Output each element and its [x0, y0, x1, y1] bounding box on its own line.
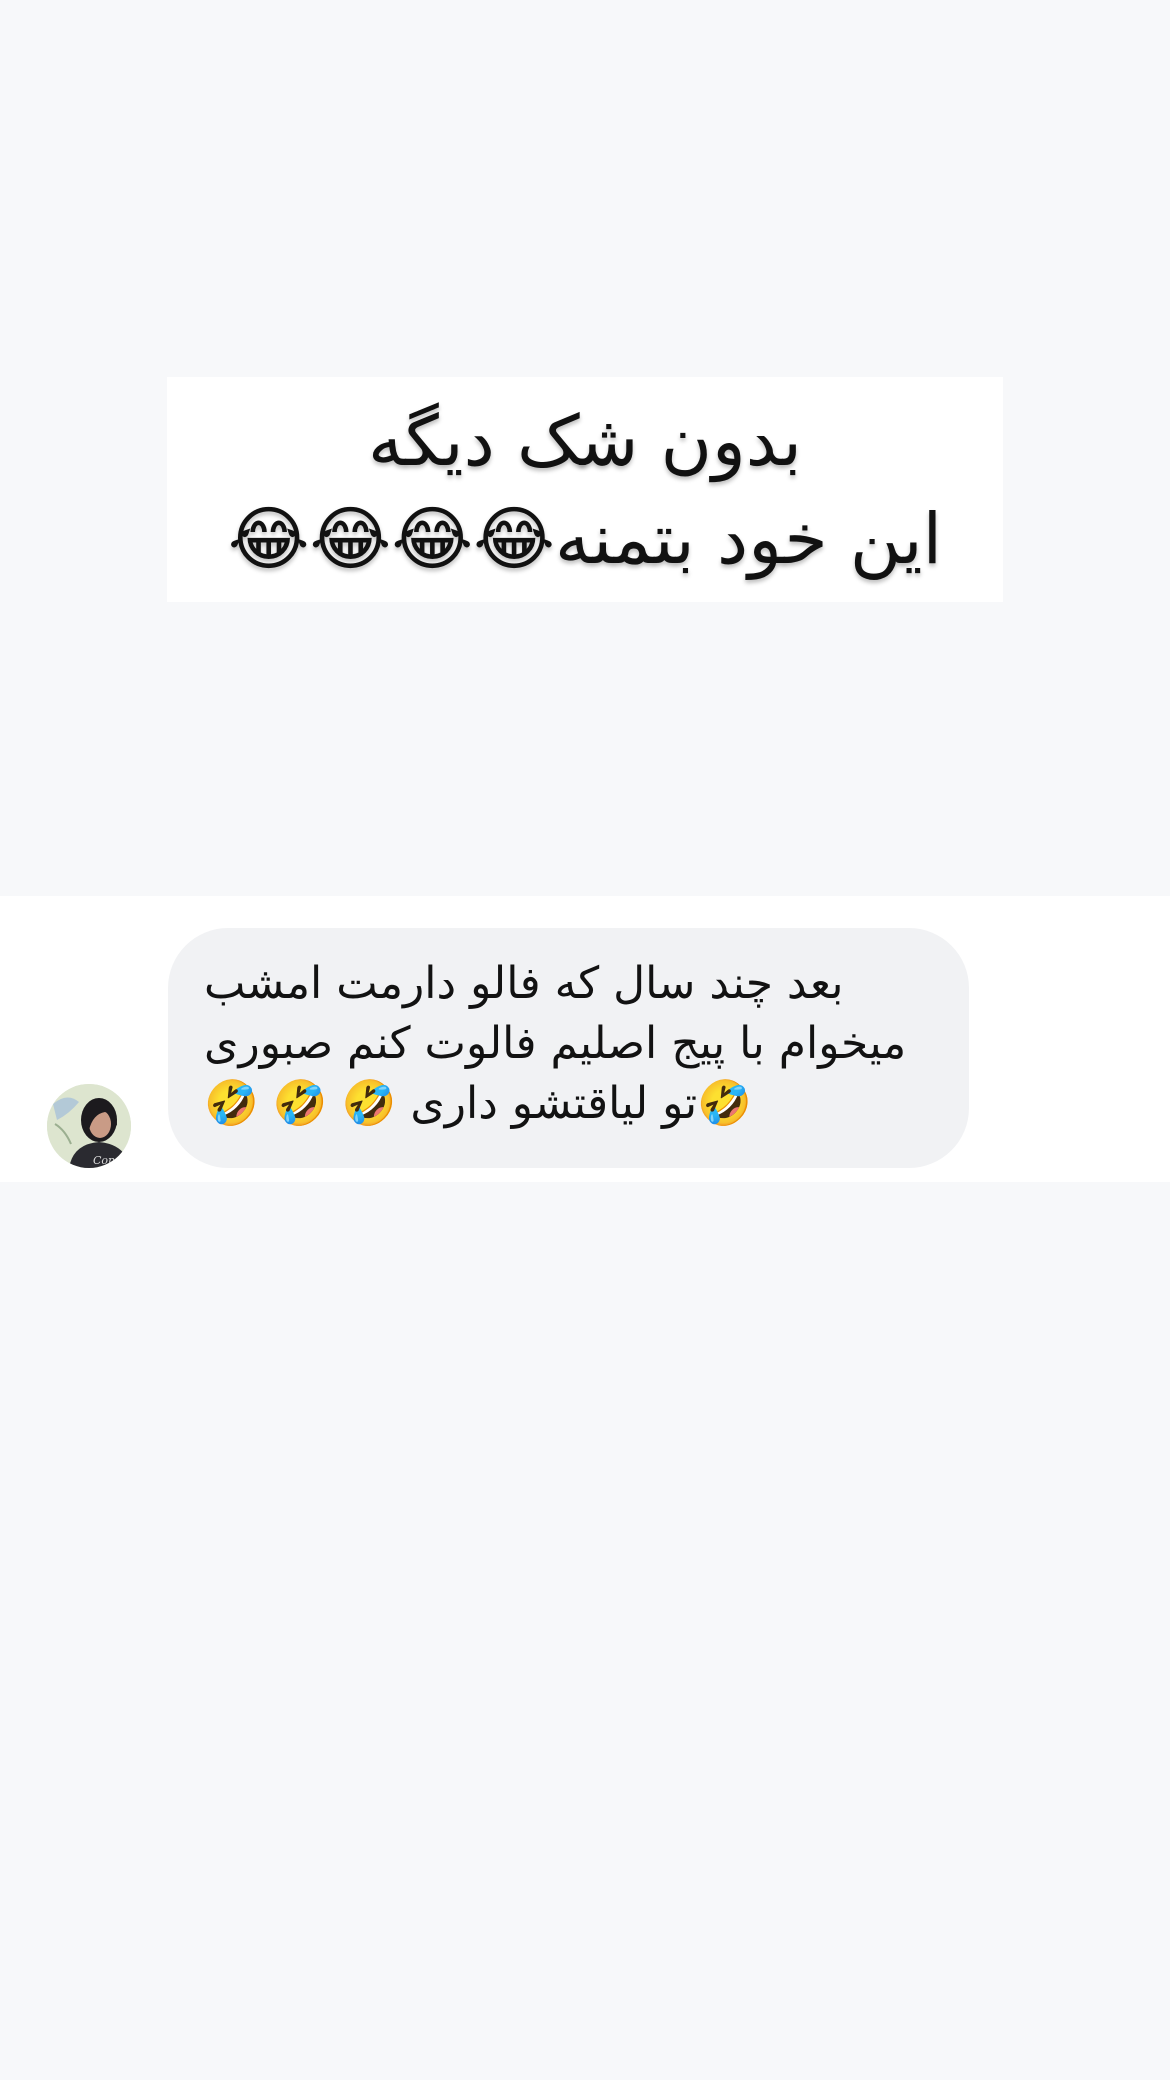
- caption-line-2: این خود بتمنه😂😂😂😂: [227, 497, 943, 580]
- comment-bubble[interactable]: بعد چند سال که فالو دارمت امشب میخوام با…: [168, 928, 969, 1168]
- avatar-image: Con: [47, 1084, 131, 1168]
- comment-line-1: بعد چند سال که فالو دارمت امشب: [204, 958, 844, 1009]
- comment-line-2: میخوام با پیج اصلیم فالوت کنم صبوری: [204, 1018, 907, 1069]
- comment-line-3: 🤣تو لیاقتشو داری 🤣 🤣 🤣: [204, 1078, 752, 1129]
- post-caption-card: بدون شک دیگه این خود بتمنه😂😂😂😂: [167, 377, 1003, 602]
- caption-line-1: بدون شک دیگه: [367, 399, 803, 482]
- avatar[interactable]: Con: [47, 1084, 131, 1168]
